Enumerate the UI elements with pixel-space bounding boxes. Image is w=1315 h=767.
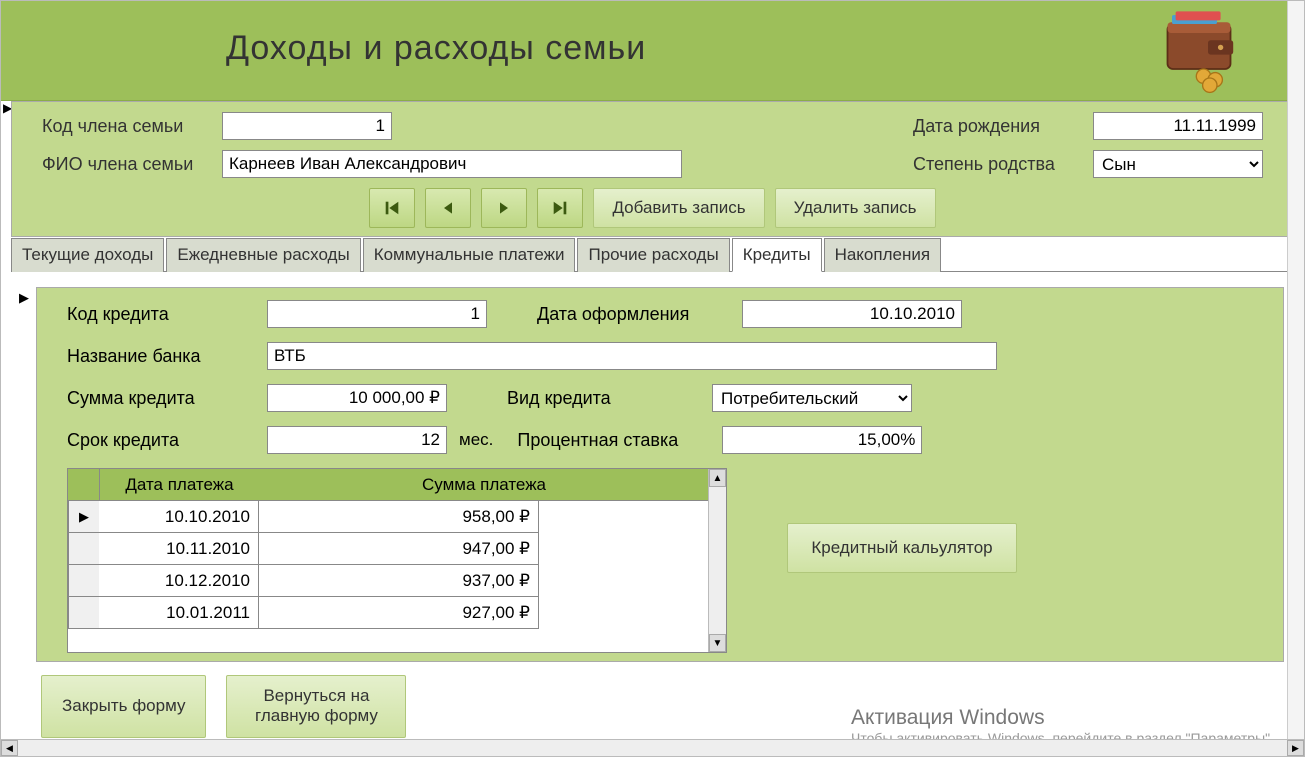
credit-rate-label: Процентная ставка xyxy=(517,430,712,451)
tab-savings[interactable]: Накопления xyxy=(824,238,941,272)
row-selector[interactable] xyxy=(68,565,100,597)
fio-input[interactable] xyxy=(222,150,682,178)
tab-bar: Текущие доходы Ежедневные расходы Коммун… xyxy=(11,237,1294,272)
credit-code-input[interactable] xyxy=(267,300,487,328)
tab-content: ▶ Код кредита Дата оформления Название б… xyxy=(11,272,1294,667)
table-row[interactable]: 10.01.2011927,00 ₽ xyxy=(68,597,708,629)
cell-sum[interactable]: 958,00 ₽ xyxy=(259,501,539,533)
hscroll-left-icon[interactable]: ◀ xyxy=(1,740,18,756)
cell-sum[interactable]: 927,00 ₽ xyxy=(259,597,539,629)
credit-code-label: Код кредита xyxy=(67,304,257,325)
scroll-down-icon[interactable]: ▼ xyxy=(709,634,726,652)
credit-sum-label: Сумма кредита xyxy=(67,388,257,409)
credit-date-label: Дата оформления xyxy=(537,304,732,325)
table-scrollbar[interactable]: ▲ ▼ xyxy=(708,469,726,652)
credit-date-input[interactable] xyxy=(742,300,962,328)
tab-other-expenses[interactable]: Прочие расходы xyxy=(577,238,729,272)
term-unit-label: мес. xyxy=(459,430,493,450)
wallet-icon xyxy=(1154,6,1244,96)
row-selector[interactable]: ▶ xyxy=(68,501,100,533)
credit-type-select[interactable]: Потребительский xyxy=(712,384,912,412)
tab-credits[interactable]: Кредиты xyxy=(732,238,822,272)
tab-income[interactable]: Текущие доходы xyxy=(11,238,164,272)
window-vscroll[interactable] xyxy=(1287,1,1304,739)
window-hscroll[interactable]: ◀ ▶ xyxy=(1,739,1304,756)
col-payment-sum[interactable]: Сумма платежа xyxy=(260,475,708,495)
bank-name-input[interactable] xyxy=(267,342,997,370)
credit-term-input[interactable] xyxy=(267,426,447,454)
credit-type-label: Вид кредита xyxy=(507,388,702,409)
hscroll-right-icon[interactable]: ▶ xyxy=(1287,740,1304,756)
nav-first-button[interactable] xyxy=(369,188,415,228)
cell-date[interactable]: 10.10.2010 xyxy=(99,501,259,533)
back-to-main-button[interactable]: Вернуться на главную форму xyxy=(226,675,406,738)
member-form: Код члена семьи Дата рождения ФИО члена … xyxy=(11,101,1294,237)
close-form-button[interactable]: Закрыть форму xyxy=(41,675,206,738)
dob-input[interactable] xyxy=(1093,112,1263,140)
nav-prev-button[interactable] xyxy=(425,188,471,228)
activation-title: Активация Windows xyxy=(851,706,1274,730)
delete-record-button[interactable]: Удалить запись xyxy=(775,188,936,228)
header-banner: Доходы и расходы семьи xyxy=(1,1,1304,101)
cell-date[interactable]: 10.11.2010 xyxy=(99,533,259,565)
credit-record-marker-icon: ▶ xyxy=(19,290,29,306)
row-selector[interactable] xyxy=(68,597,100,629)
cell-date[interactable]: 10.12.2010 xyxy=(99,565,259,597)
cell-sum[interactable]: 947,00 ₽ xyxy=(259,533,539,565)
tab-utilities[interactable]: Коммунальные платежи xyxy=(363,238,576,272)
fio-label: ФИО члена семьи xyxy=(42,154,212,175)
row-selector[interactable] xyxy=(68,533,100,565)
cell-sum[interactable]: 937,00 ₽ xyxy=(259,565,539,597)
nav-last-button[interactable] xyxy=(537,188,583,228)
cell-date[interactable]: 10.01.2011 xyxy=(99,597,259,629)
payments-table: Дата платежа Сумма платежа ▶10.10.201095… xyxy=(67,468,727,653)
dob-label: Дата рождения xyxy=(913,116,1083,137)
member-code-input[interactable] xyxy=(222,112,392,140)
relationship-label: Степень родства xyxy=(913,154,1083,175)
credit-rate-input[interactable] xyxy=(722,426,922,454)
col-payment-date[interactable]: Дата платежа xyxy=(100,475,260,495)
nav-next-button[interactable] xyxy=(481,188,527,228)
relationship-select[interactable]: Сын xyxy=(1093,150,1263,178)
credit-term-label: Срок кредита xyxy=(67,430,257,451)
tab-daily-expenses[interactable]: Ежедневные расходы xyxy=(166,238,360,272)
table-row[interactable]: 10.12.2010937,00 ₽ xyxy=(68,565,708,597)
add-record-button[interactable]: Добавить запись xyxy=(593,188,764,228)
table-row[interactable]: ▶10.10.2010958,00 ₽ xyxy=(68,501,708,533)
credit-calculator-button[interactable]: Кредитный кальулятор xyxy=(787,523,1017,573)
page-title: Доходы и расходы семьи xyxy=(226,29,646,68)
scroll-up-icon[interactable]: ▲ xyxy=(709,469,726,487)
main-frame: Доходы и расходы семьи ▶ Код члена семьи… xyxy=(0,0,1305,757)
credit-sum-input[interactable] xyxy=(267,384,447,412)
credit-panel: Код кредита Дата оформления Название бан… xyxy=(36,287,1284,662)
bank-name-label: Название банка xyxy=(67,346,257,367)
member-code-label: Код члена семьи xyxy=(42,116,212,137)
table-row[interactable]: 10.11.2010947,00 ₽ xyxy=(68,533,708,565)
